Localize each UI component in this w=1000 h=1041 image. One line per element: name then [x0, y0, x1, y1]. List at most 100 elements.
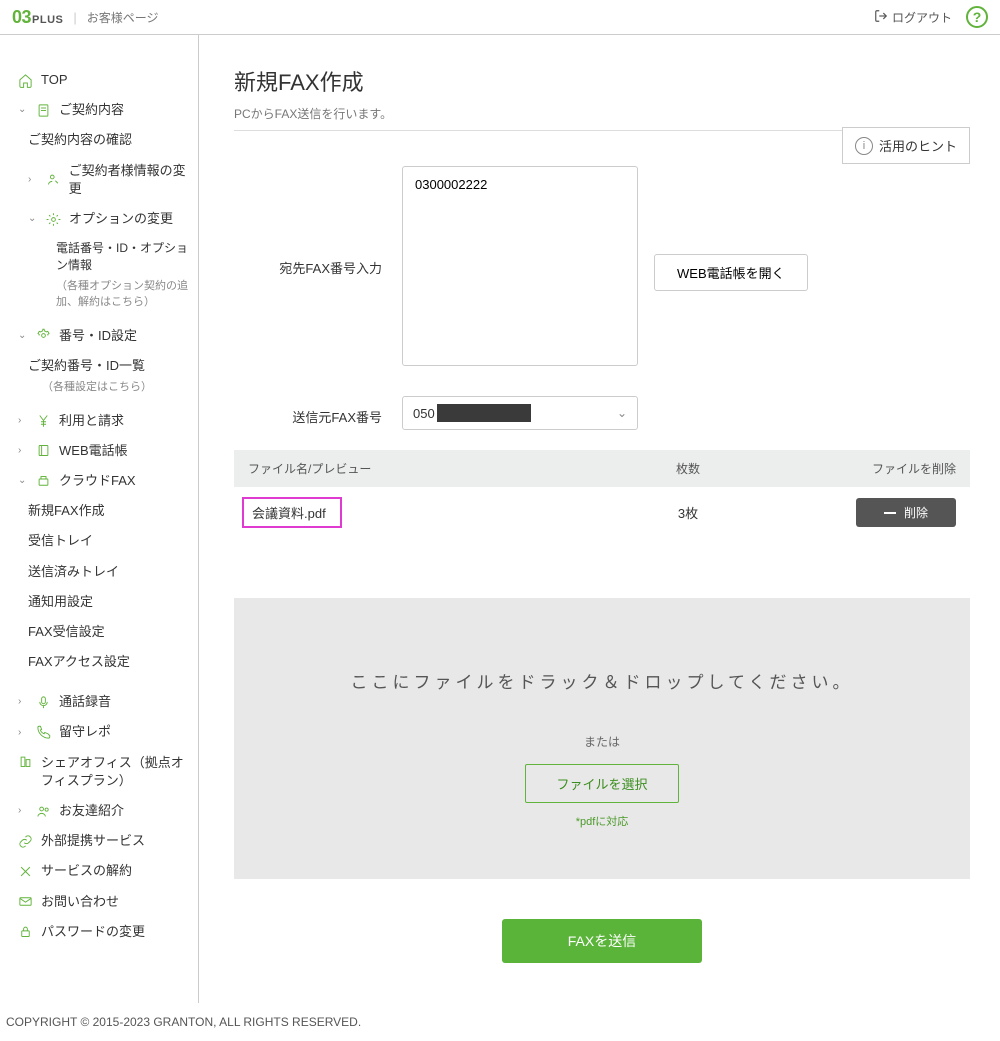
dropzone-note: *pdfに対応	[254, 813, 950, 829]
chevron-right-icon: ›	[18, 444, 28, 458]
col-header-filename: ファイル名/プレビュー	[248, 460, 588, 477]
chevron-down-icon: ⌄	[28, 212, 38, 226]
sidebar-item-number-id-list[interactable]: ご契約番号・ID一覧	[14, 351, 198, 381]
logout-link[interactable]: ログアウト	[874, 9, 952, 26]
sidebar-item-phone-id-option[interactable]: 電話番号・ID・オプション情報	[14, 234, 198, 280]
sender-fax-select[interactable]: 050 ⌄	[402, 396, 638, 430]
sidebar-label: ご契約内容の確認	[28, 131, 132, 149]
sidebar-label: 通知用設定	[28, 593, 93, 611]
sidebar-item-fax-sent[interactable]: 送信済みトレイ	[14, 557, 198, 587]
sidebar-item-top[interactable]: TOP	[14, 65, 198, 95]
sidebar-item-fax-notify[interactable]: 通知用設定	[14, 587, 198, 617]
sidebar-item-contract-confirm[interactable]: ご契約内容の確認	[14, 125, 198, 155]
sidebar-item-external-services[interactable]: 外部提携サービス	[14, 826, 198, 856]
sidebar-label: パスワードの変更	[41, 923, 145, 941]
user-edit-icon	[46, 172, 61, 187]
document-icon	[36, 103, 51, 118]
sidebar-item-fax-new[interactable]: 新規FAX作成	[14, 496, 198, 526]
header-divider: |	[73, 10, 76, 25]
sidebar-label: 受信トレイ	[28, 532, 93, 550]
help-button[interactable]: ?	[966, 6, 988, 28]
sidebar-item-fax-inbox[interactable]: 受信トレイ	[14, 526, 198, 556]
sidebar-item-contract-user-change[interactable]: › ご契約者様情報の変更	[14, 156, 198, 204]
sidebar-item-password-change[interactable]: パスワードの変更	[14, 917, 198, 947]
dropzone-text: ここにファイルをドラック＆ドロップしてください。	[254, 668, 950, 693]
settings-icon	[46, 212, 61, 227]
sidebar-label: 新規FAX作成	[28, 502, 105, 520]
sidebar-item-option-change[interactable]: ⌄ オプションの変更	[14, 204, 198, 234]
sidebar-item-cloud-fax[interactable]: ⌄ クラウドFAX	[14, 466, 198, 496]
mic-icon	[36, 695, 51, 710]
chevron-down-icon: ⌄	[18, 103, 28, 117]
sidebar-label: ご契約番号・ID一覧	[28, 357, 145, 375]
sidebar-item-contact[interactable]: お問い合わせ	[14, 887, 198, 917]
fax-icon	[36, 474, 51, 489]
book-icon	[36, 443, 51, 458]
home-icon	[18, 73, 33, 88]
file-name-link[interactable]: 会議資料.pdf	[242, 497, 342, 528]
sidebar-label: 利用と請求	[59, 412, 124, 430]
lock-icon	[18, 924, 33, 939]
phone-icon	[36, 725, 51, 740]
sidebar-label: 電話番号・ID・オプション情報	[56, 240, 194, 274]
sidebar-item-referral[interactable]: › お友達紹介	[14, 796, 198, 826]
sidebar-label: 番号・ID設定	[59, 327, 137, 345]
file-page-count: 3枚	[588, 503, 788, 522]
logout-label: ログアウト	[892, 9, 952, 26]
dest-fax-input[interactable]	[402, 166, 638, 366]
sidebar-label: WEB電話帳	[59, 442, 128, 460]
brand-logo: 03PLUS	[12, 7, 63, 28]
footer-copyright: COPYRIGHT © 2015-2023 GRANTON, ALL RIGHT…	[0, 1003, 1000, 1041]
building-icon	[18, 754, 33, 769]
sidebar-label: お問い合わせ	[41, 893, 119, 911]
open-phonebook-button[interactable]: WEB電話帳を開く	[654, 254, 808, 291]
brand-text-plus: PLUS	[32, 14, 63, 26]
brand-text-o3: 03	[12, 7, 31, 27]
sidebar-label: オプションの変更	[69, 210, 173, 228]
sidebar-item-number-id[interactable]: ⌄ 番号・ID設定	[14, 321, 198, 351]
delete-file-button[interactable]: 削除	[856, 498, 956, 527]
sidebar-item-fax-recv-setting[interactable]: FAX受信設定	[14, 617, 198, 647]
minus-icon	[884, 512, 896, 514]
sidebar-note: （各種オプション契約の追加、解約はこちら）	[14, 278, 198, 311]
col-header-pages: 枚数	[588, 460, 788, 477]
select-file-button[interactable]: ファイルを選択	[525, 764, 678, 803]
hint-button-label: 活用のヒント	[879, 136, 957, 155]
chevron-right-icon: ›	[18, 414, 28, 428]
sidebar-label: ご契約者様情報の変更	[69, 162, 194, 198]
chevron-down-icon: ⌄	[18, 474, 28, 488]
file-dropzone[interactable]: ここにファイルをドラック＆ドロップしてください。 または ファイルを選択 *pd…	[234, 598, 970, 879]
sidebar-item-share-office[interactable]: シェアオフィス（拠点オフィスプラン）	[14, 748, 198, 796]
sender-fax-redacted	[437, 404, 531, 422]
main-content: 新規FAX作成 PCからFAX送信を行います。 i 活用のヒント 宛先FAX番号…	[199, 35, 1000, 1003]
dest-fax-label: 宛先FAX番号入力	[234, 166, 382, 277]
sidebar: TOP ⌄ ご契約内容 ご契約内容の確認 › ご契約者様情報の変更 ⌄ オプショ…	[0, 35, 199, 1003]
hint-button[interactable]: i 活用のヒント	[842, 127, 970, 164]
sidebar-label: TOP	[41, 71, 68, 89]
sidebar-item-cancel-service[interactable]: サービスの解約	[14, 856, 198, 886]
delete-button-label: 削除	[904, 504, 928, 521]
sender-fax-prefix: 050	[413, 406, 435, 421]
col-header-delete: ファイルを削除	[788, 460, 956, 477]
logout-icon	[874, 9, 888, 26]
sidebar-item-voicemail[interactable]: › 留守レポ	[14, 717, 198, 747]
file-table: ファイル名/プレビュー 枚数 ファイルを削除 会議資料.pdf 3枚 削除	[234, 450, 970, 538]
sidebar-item-contract[interactable]: ⌄ ご契約内容	[14, 95, 198, 125]
sidebar-item-billing[interactable]: › 利用と請求	[14, 406, 198, 436]
sidebar-item-web-phonebook[interactable]: › WEB電話帳	[14, 436, 198, 466]
sidebar-label: 通話録音	[59, 693, 111, 711]
sidebar-note: （各種設定はこちら）	[14, 379, 198, 396]
sidebar-label: クラウドFAX	[59, 472, 136, 490]
app-header: 03PLUS | お客様ページ ログアウト ?	[0, 0, 1000, 35]
close-icon	[18, 864, 33, 879]
send-fax-button[interactable]: FAXを送信	[502, 919, 702, 963]
sidebar-label: お友達紹介	[59, 802, 124, 820]
sidebar-label: シェアオフィス（拠点オフィスプラン）	[41, 754, 194, 790]
sidebar-label: ご契約内容	[59, 101, 124, 119]
sidebar-label: FAX受信設定	[28, 623, 105, 641]
sidebar-item-call-record[interactable]: › 通話録音	[14, 687, 198, 717]
chevron-right-icon: ›	[18, 804, 28, 818]
info-icon: i	[855, 137, 873, 155]
sidebar-item-fax-access-setting[interactable]: FAXアクセス設定	[14, 647, 198, 677]
page-title: 新規FAX作成	[234, 65, 970, 97]
